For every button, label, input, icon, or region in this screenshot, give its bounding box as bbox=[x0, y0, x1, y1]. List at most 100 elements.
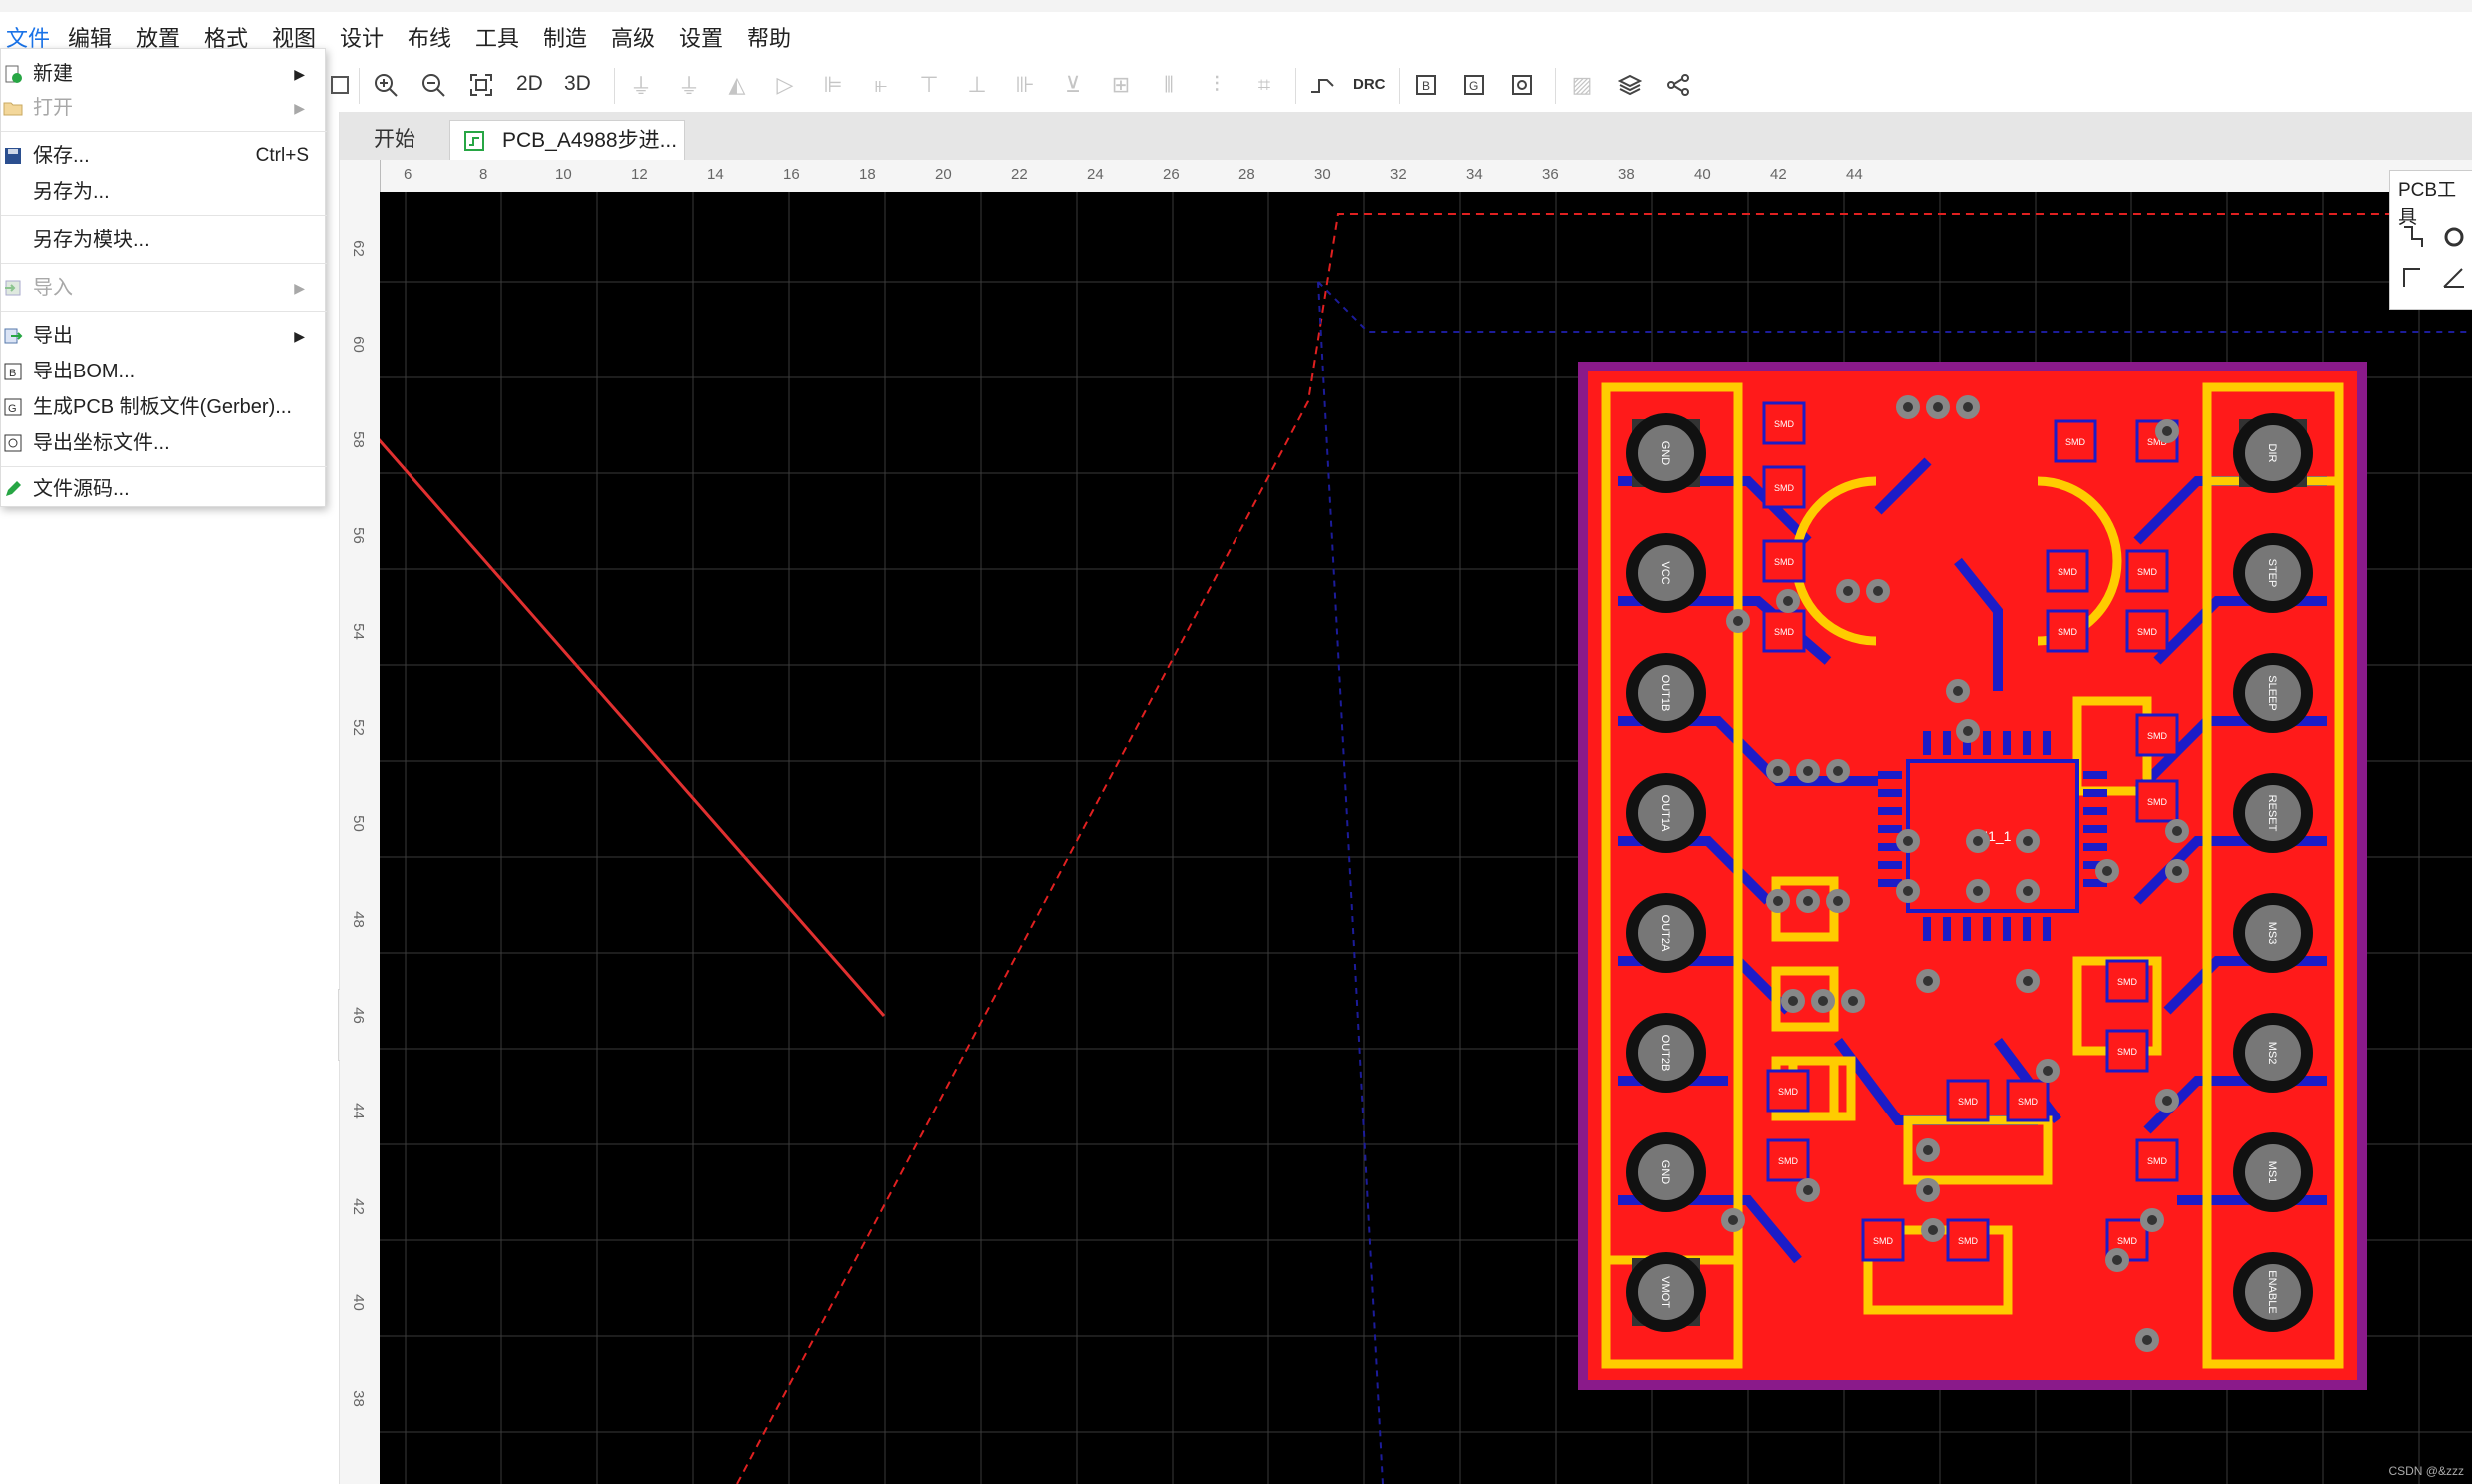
flip-icon[interactable]: ◭ bbox=[722, 70, 752, 100]
group-icon[interactable]: ⌗ bbox=[1249, 70, 1279, 100]
menu-item-gerber[interactable]: G 生成PCB 制板文件(Gerber)... bbox=[1, 390, 327, 424]
smd-pad[interactable]: SMD bbox=[2125, 609, 2169, 653]
ruler-tick-label: 48 bbox=[349, 911, 367, 928]
smd-pad[interactable]: SMD bbox=[1766, 1138, 1810, 1182]
via bbox=[1916, 969, 1940, 993]
header-pin-right[interactable]: STEP bbox=[2233, 533, 2313, 613]
header-pin-left[interactable]: GND bbox=[1626, 413, 1706, 493]
header-pin-left[interactable]: VCC bbox=[1626, 533, 1706, 613]
smd-pad[interactable]: SMD bbox=[1762, 539, 1806, 583]
smd-pad[interactable]: SMD bbox=[2105, 959, 2149, 1003]
grid-align-icon[interactable]: ⊞ bbox=[1106, 70, 1136, 100]
fit-view-icon[interactable] bbox=[466, 70, 496, 100]
menu-design[interactable]: 设计 bbox=[334, 22, 390, 56]
share-icon[interactable] bbox=[1663, 70, 1693, 100]
submenu-arrow-icon: ▶ bbox=[294, 66, 305, 82]
image-icon[interactable]: ▨ bbox=[1567, 70, 1597, 100]
smd-pad[interactable]: SMD bbox=[1946, 1079, 1990, 1122]
pcb-canvas[interactable]: U1_1 GND VCC OUT1B OUT1A OUT2A OUT2B GND VMOT DI… bbox=[380, 192, 2472, 1484]
menu-item-new[interactable]: 新建 ▶ bbox=[1, 57, 327, 91]
smd-pad[interactable]: SMD bbox=[2135, 713, 2179, 757]
smd-pad[interactable]: SMD bbox=[1861, 1218, 1905, 1262]
distribute-icon[interactable]: ⫶ bbox=[1202, 70, 1232, 100]
smd-pad[interactable]: SMD bbox=[1766, 1069, 1810, 1113]
align-icon[interactable]: ⏚ bbox=[674, 70, 704, 100]
menu-item-export[interactable]: 导出 ▶ bbox=[1, 319, 327, 353]
layers-icon[interactable] bbox=[1615, 70, 1645, 100]
align-left-icon[interactable]: ⊫ bbox=[818, 70, 848, 100]
folder-icon bbox=[3, 102, 23, 116]
tab-pcb[interactable]: PCB_A4988步进... bbox=[449, 120, 685, 160]
menu-fabrication[interactable]: 制造 bbox=[537, 22, 593, 56]
header-pin-right[interactable]: SLEEP bbox=[2233, 653, 2313, 733]
header-pin-left[interactable]: GND bbox=[1626, 1132, 1706, 1212]
menu-route[interactable]: 布线 bbox=[402, 22, 457, 56]
smd-pad[interactable]: SMD bbox=[2046, 549, 2089, 593]
via bbox=[1781, 989, 1805, 1013]
pin-label: ENABLE bbox=[2266, 1270, 2278, 1313]
align-middle-icon[interactable]: ⊻ bbox=[1058, 70, 1088, 100]
align-icon[interactable]: ⏚ bbox=[626, 70, 656, 100]
header-pin-right[interactable]: MS3 bbox=[2233, 893, 2313, 973]
menu-help[interactable]: 帮助 bbox=[741, 22, 797, 56]
bom-icon[interactable]: B bbox=[1411, 70, 1441, 100]
smd-pad[interactable]: SMD bbox=[1762, 401, 1806, 445]
header-pin-left[interactable]: OUT1B bbox=[1626, 653, 1706, 733]
smd-pad[interactable]: SMD bbox=[2046, 609, 2089, 653]
smd-pad[interactable]: SMD bbox=[1762, 609, 1806, 653]
tab-pcb-label: PCB_A4988步进... bbox=[502, 129, 678, 152]
header-pin-right[interactable]: MS1 bbox=[2233, 1132, 2313, 1212]
align-bottom-icon[interactable]: ⊥ bbox=[962, 70, 992, 100]
pad-label: SMD bbox=[2137, 627, 2158, 637]
zoom-in-icon[interactable] bbox=[371, 70, 401, 100]
smd-pad[interactable]: SMD bbox=[2125, 549, 2169, 593]
distribute-icon[interactable]: ⫴ bbox=[1154, 70, 1184, 100]
smd-pad[interactable]: SMD bbox=[1946, 1218, 1990, 1262]
header-pin-left[interactable]: OUT1A bbox=[1626, 773, 1706, 853]
pcb-board[interactable]: U1_1 GNDVCCOUT1BOUT1AOUT2AOUT2BGNDVMOTDI… bbox=[1578, 362, 2367, 1390]
header-pin-right[interactable]: MS2 bbox=[2233, 1013, 2313, 1093]
pcb-tools-icons bbox=[2403, 226, 2464, 288]
header-pin-right[interactable]: RESET bbox=[2233, 773, 2313, 853]
align-center-icon[interactable]: ⊪ bbox=[1010, 70, 1040, 100]
align-right-icon[interactable]: ⫦ bbox=[866, 70, 896, 100]
tab-start[interactable]: 开始 bbox=[356, 120, 455, 160]
menu-tools[interactable]: 工具 bbox=[469, 22, 525, 56]
svg-text:G: G bbox=[1469, 79, 1478, 93]
menu-item-import[interactable]: 导入 ▶ bbox=[1, 271, 327, 305]
header-pin-right[interactable]: DIR bbox=[2233, 413, 2313, 493]
menu-advanced[interactable]: 高级 bbox=[605, 22, 661, 56]
smd-pad[interactable]: SMD bbox=[2135, 779, 2179, 823]
drc-button[interactable]: DRC bbox=[1353, 76, 1386, 93]
smd-pad[interactable]: SMD bbox=[2006, 1079, 2050, 1122]
gerber-icon[interactable]: G bbox=[1459, 70, 1489, 100]
flip-icon[interactable]: ▷ bbox=[770, 70, 800, 100]
ruler-tick-label: 54 bbox=[349, 623, 367, 640]
header-pin-left[interactable]: VMOT bbox=[1626, 1252, 1706, 1332]
zoom-out-icon[interactable] bbox=[418, 70, 448, 100]
smd-pad[interactable]: SMD bbox=[2135, 1138, 2179, 1182]
menu-settings[interactable]: 设置 bbox=[673, 22, 729, 56]
smd-pad[interactable]: SMD bbox=[2054, 419, 2097, 463]
ruler-tick-label: 26 bbox=[1163, 166, 1180, 183]
menu-item-save-as-module[interactable]: 另存为模块... bbox=[1, 223, 327, 257]
via bbox=[2135, 1328, 2159, 1352]
align-top-icon[interactable]: ⊤ bbox=[914, 70, 944, 100]
menu-item-export-bom[interactable]: B 导出BOM... bbox=[1, 355, 327, 388]
header-pin-left[interactable]: OUT2B bbox=[1626, 1013, 1706, 1093]
view-3d-button[interactable]: 3D bbox=[564, 72, 591, 96]
smd-pad[interactable]: SMD bbox=[2105, 1029, 2149, 1073]
header-pin-left[interactable]: OUT2A bbox=[1626, 893, 1706, 973]
coordinate-icon[interactable] bbox=[1507, 70, 1537, 100]
menu-item-source[interactable]: 文件源码... bbox=[1, 472, 327, 506]
menu-item-save[interactable]: 保存... Ctrl+S bbox=[1, 139, 327, 173]
menu-item-export-coordinates[interactable]: 导出坐标文件... bbox=[1, 426, 327, 460]
view-2d-button[interactable]: 2D bbox=[516, 72, 543, 96]
menu-item-save-as[interactable]: 另存为... bbox=[1, 175, 327, 209]
menu-item-open[interactable]: 打开 ▶ bbox=[1, 91, 327, 125]
smd-pad[interactable]: SMD bbox=[1762, 465, 1806, 509]
header-pin-right[interactable]: ENABLE bbox=[2233, 1252, 2313, 1332]
route-icon[interactable] bbox=[1307, 70, 1337, 100]
layout-icon[interactable] bbox=[325, 70, 355, 100]
ruler-tick-label: 44 bbox=[349, 1103, 367, 1119]
